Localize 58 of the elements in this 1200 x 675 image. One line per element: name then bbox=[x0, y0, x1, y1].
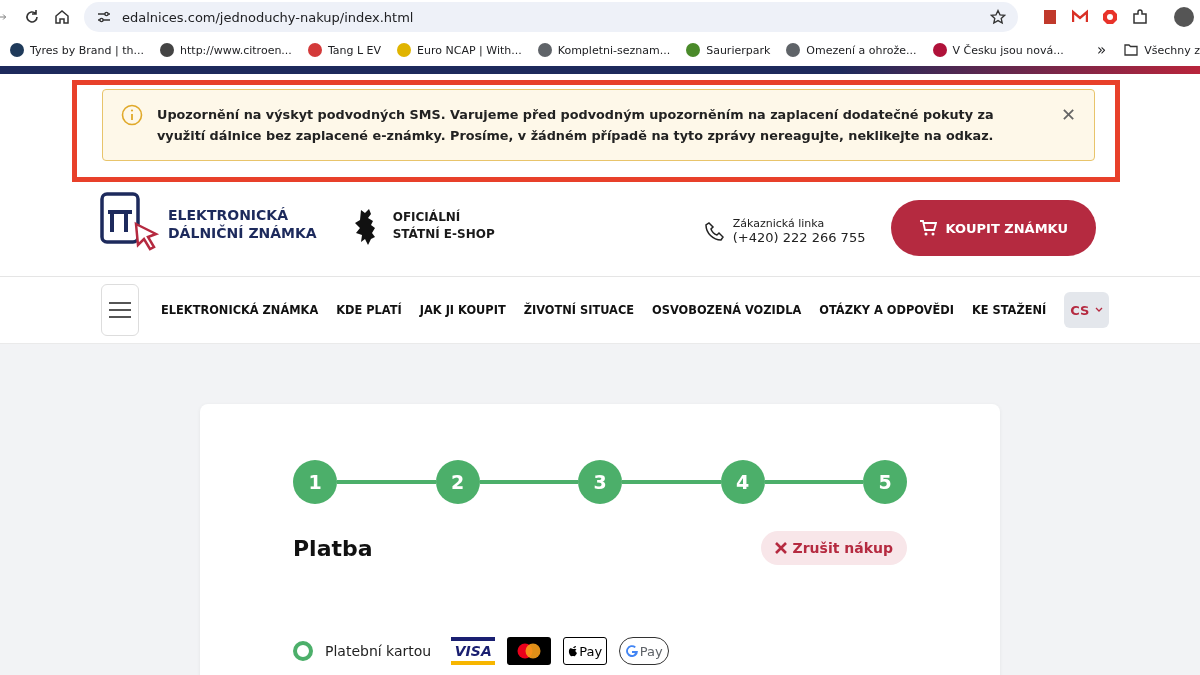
info-icon bbox=[121, 104, 143, 126]
step-indicator: 3 bbox=[578, 460, 622, 504]
nav-link[interactable]: ELEKTRONICKÁ ZNÁMKA bbox=[161, 303, 319, 317]
url-text: edalnices.com/jednoduchy-nakup/index.html bbox=[122, 9, 415, 25]
site-logo[interactable]: ELEKTRONICKÁ DÁLNIČNÍ ZNÁMKA bbox=[100, 192, 317, 256]
site-settings-icon[interactable] bbox=[96, 9, 112, 25]
nav-link[interactable]: KE STAŽENÍ bbox=[971, 303, 1047, 317]
step-indicator: 2 bbox=[435, 460, 480, 504]
nav-link[interactable]: JAK JI KOUPIT bbox=[419, 303, 506, 317]
menu-button[interactable] bbox=[101, 284, 139, 336]
alert-message: Upozornění na výskyt podvodných SMS. Varujeme před podvodným upozorněním na zaplacení dodatečné pokuty za využití dálnice bez zaplacené e-známky. Prosíme, v žádném případě na tyto zprávy nereagujte, neklikejte na odkaz. bbox=[157, 106, 995, 145]
page-title: Platba bbox=[293, 535, 373, 561]
bookmark[interactable]: Saurierpark bbox=[686, 43, 771, 57]
address-bar[interactable]: edalnices.com/jednoduchy-nakup/index.html bbox=[84, 2, 1018, 32]
chevron-down-icon bbox=[1095, 307, 1104, 313]
bookmark[interactable]: Kompletni-seznam... bbox=[537, 43, 671, 57]
bookmark[interactable]: Euro NCAP | With... bbox=[397, 43, 522, 57]
close-button[interactable]: ✕ bbox=[1058, 104, 1078, 126]
phone-icon bbox=[704, 221, 725, 241]
phone-number[interactable]: (+420) 222 266 755 bbox=[732, 230, 866, 245]
star-icon[interactable] bbox=[990, 9, 1006, 25]
mail-icon[interactable] bbox=[1072, 9, 1088, 25]
nav-link[interactable]: OTÁZKY A ODPOVĚDI bbox=[819, 303, 954, 317]
bookmark[interactable]: Tyres by Brand | th... bbox=[10, 43, 145, 57]
close-icon bbox=[774, 542, 787, 554]
nav-link[interactable]: KDE PLATÍ bbox=[336, 303, 402, 317]
language-selector[interactable]: CS bbox=[1064, 292, 1110, 328]
reload-icon[interactable] bbox=[24, 9, 40, 25]
radio-button[interactable] bbox=[293, 641, 313, 661]
nav-link[interactable]: ŽIVOTNÍ SITUACE bbox=[523, 303, 635, 317]
logo-text: ELEKTRONICKÁ bbox=[168, 206, 289, 224]
official-shop-text: OFICIÁLNÍ bbox=[392, 209, 462, 226]
bookmark-folder[interactable]: Všechny z bbox=[1124, 43, 1200, 57]
official-shop-text: STÁTNÍ E-SHOP bbox=[392, 226, 495, 243]
step-indicator: 5 bbox=[863, 460, 907, 504]
visa-logo: VISA bbox=[451, 637, 496, 665]
phone-label: Zákaznická linka bbox=[732, 217, 826, 230]
more-bookmarks-button[interactable]: » bbox=[1097, 41, 1107, 59]
bookmark[interactable]: Omezení a ohrože... bbox=[786, 43, 917, 57]
cart-icon bbox=[919, 219, 938, 237]
buy-button[interactable]: KOUPIT ZNÁMKU bbox=[891, 200, 1096, 256]
folder-icon bbox=[1124, 44, 1139, 56]
bookmark[interactable]: Tang L EV bbox=[307, 43, 382, 57]
payment-option-label: Platební kartou bbox=[325, 643, 432, 659]
menu-icon bbox=[108, 301, 132, 319]
mastercard-logo bbox=[507, 637, 552, 665]
puzzle-icon[interactable] bbox=[1132, 9, 1148, 25]
profile-icon[interactable] bbox=[1174, 7, 1194, 27]
nav-link[interactable]: OSVOBOZENÁ VOZIDLA bbox=[652, 303, 802, 317]
step-indicator: 4 bbox=[720, 460, 765, 504]
bookmark[interactable]: V Česku jsou nová... bbox=[932, 43, 1064, 57]
home-icon[interactable] bbox=[54, 9, 70, 25]
cancel-button[interactable]: Zrušit nákup bbox=[760, 531, 907, 565]
logo-text: DÁLNIČNÍ ZNÁMKA bbox=[168, 224, 317, 242]
step-indicator: 1 bbox=[293, 460, 337, 504]
apple-pay-logo: Pay bbox=[563, 637, 608, 665]
bookmark[interactable]: http://www.citroen... bbox=[160, 43, 292, 57]
stop-icon[interactable] bbox=[1102, 9, 1118, 25]
